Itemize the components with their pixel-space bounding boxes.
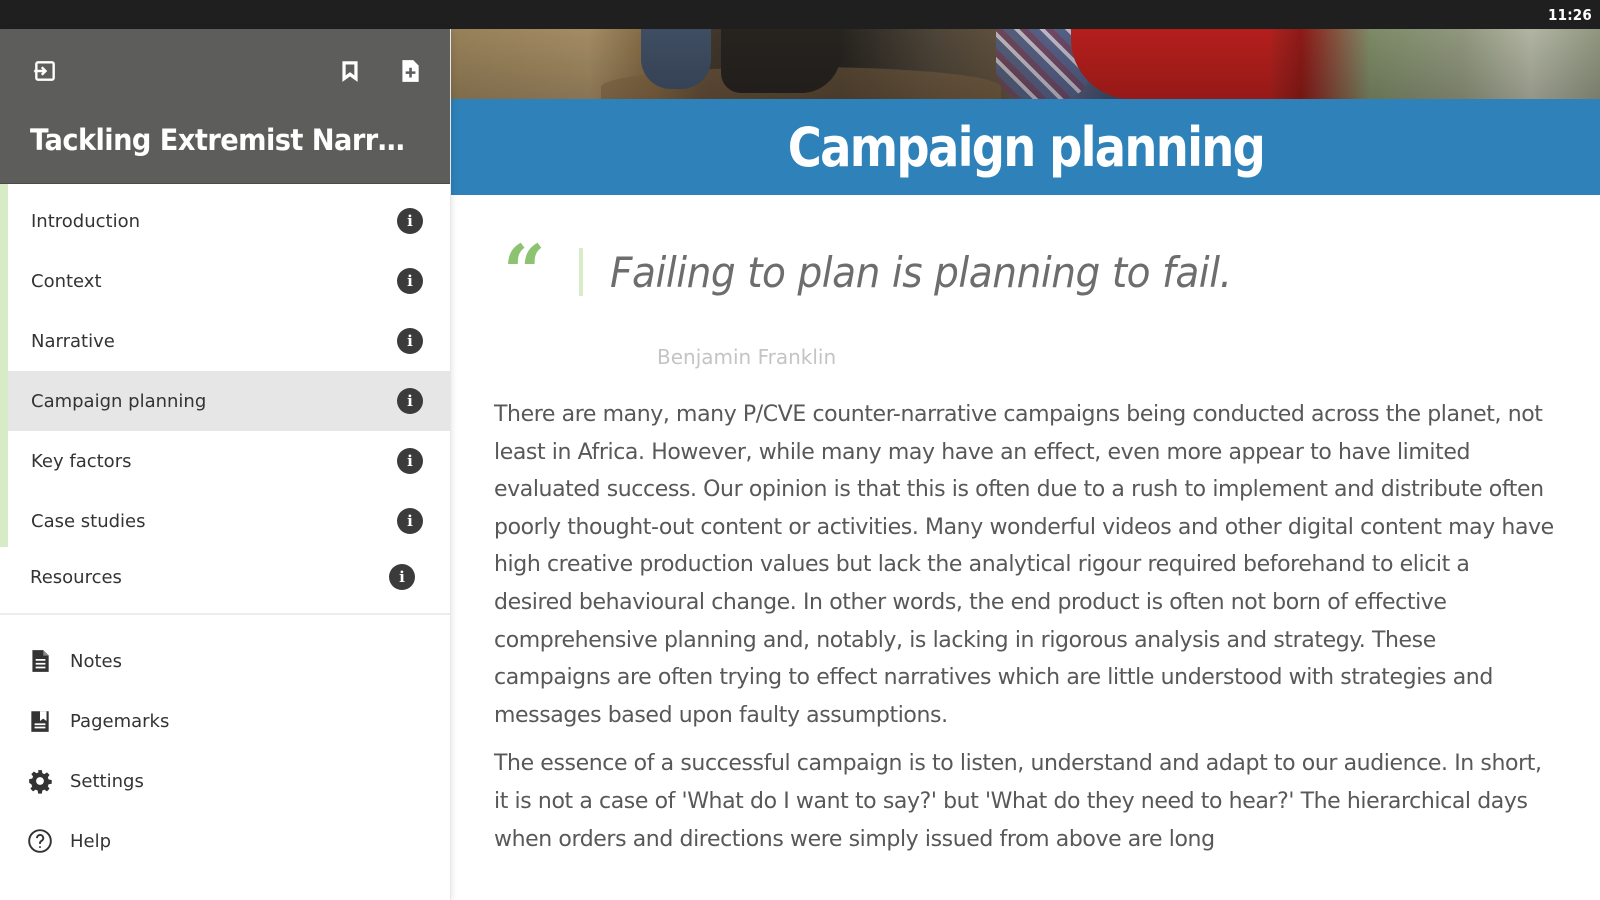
banner-photo xyxy=(451,29,1600,99)
chapter-item-resources[interactable]: Resources i xyxy=(0,547,450,607)
chapter-item-case-studies[interactable]: Case studies i xyxy=(8,491,450,551)
sidebar-header: Tackling Extremist Narrativ... xyxy=(0,29,450,184)
tool-label: Notes xyxy=(70,650,122,672)
sidebar-item-help[interactable]: Help xyxy=(0,811,450,871)
tool-label: Help xyxy=(70,830,112,852)
chapter-label: Context xyxy=(31,270,102,292)
notes-icon xyxy=(26,647,54,675)
chapter-item-narrative[interactable]: Narrative i xyxy=(8,311,450,371)
gear-icon xyxy=(26,767,54,795)
chapter-label: Resources xyxy=(30,566,122,588)
chapter-item-key-factors[interactable]: Key factors i xyxy=(8,431,450,491)
body-paragraph: The essence of a successful campaign is … xyxy=(494,751,1542,852)
tool-list: Notes Pagemarks Settings Help xyxy=(0,613,450,871)
tool-label: Settings xyxy=(70,770,144,792)
sidebar-item-settings[interactable]: Settings xyxy=(0,751,450,811)
title-bar: Campaign planning xyxy=(451,99,1600,195)
status-clock: 11:26 xyxy=(1548,6,1592,24)
page-title: Campaign planning xyxy=(787,115,1265,179)
chapter-label: Introduction xyxy=(31,210,141,232)
quote-author: Benjamin Franklin xyxy=(657,345,837,369)
sidebar-item-pagemarks[interactable]: Pagemarks xyxy=(0,691,450,751)
help-icon xyxy=(26,827,54,855)
chapter-item-campaign-planning[interactable]: Campaign planning i xyxy=(8,371,450,431)
quote-text: Failing to plan is planning to fail. xyxy=(610,248,1232,297)
info-icon[interactable]: i xyxy=(397,508,423,534)
tool-label: Pagemarks xyxy=(70,710,170,732)
info-icon[interactable]: i xyxy=(397,268,423,294)
info-icon[interactable]: i xyxy=(389,564,415,590)
chapter-label: Case studies xyxy=(31,510,146,532)
info-icon[interactable]: i xyxy=(397,328,423,354)
book-title: Tackling Extremist Narrativ... xyxy=(30,123,406,157)
quote-divider xyxy=(579,248,583,296)
info-icon[interactable]: i xyxy=(397,208,423,234)
content-area: Campaign planning “ Failing to plan is p… xyxy=(451,29,1600,900)
status-bar: 11:26 xyxy=(0,0,1600,29)
banner-photo-shade xyxy=(451,29,1600,99)
info-icon[interactable]: i xyxy=(397,388,423,414)
body-paragraph: There are many, many P/CVE counter-narra… xyxy=(494,402,1554,728)
chapter-item-introduction[interactable]: Introduction i xyxy=(8,191,450,251)
quote-block: “ Failing to plan is planning to fail. B… xyxy=(503,236,1503,369)
bookmark-icon[interactable] xyxy=(333,54,367,88)
chapter-item-context[interactable]: Context i xyxy=(8,251,450,311)
chapter-label: Narrative xyxy=(31,330,115,352)
quote-mark-icon: “ xyxy=(503,230,546,316)
chapter-list: Introduction i Context i Narrative i Cam… xyxy=(0,184,450,607)
pagemarks-icon xyxy=(26,707,54,735)
sidebar: Tackling Extremist Narrativ... Introduct… xyxy=(0,29,451,900)
body-text: There are many, many P/CVE counter-narra… xyxy=(494,396,1554,869)
sidebar-item-notes[interactable]: Notes xyxy=(0,631,450,691)
add-page-icon[interactable] xyxy=(393,54,427,88)
chapter-label: Campaign planning xyxy=(31,390,207,412)
info-icon[interactable]: i xyxy=(397,448,423,474)
chapter-label: Key factors xyxy=(31,450,132,472)
exit-icon[interactable] xyxy=(28,54,62,88)
